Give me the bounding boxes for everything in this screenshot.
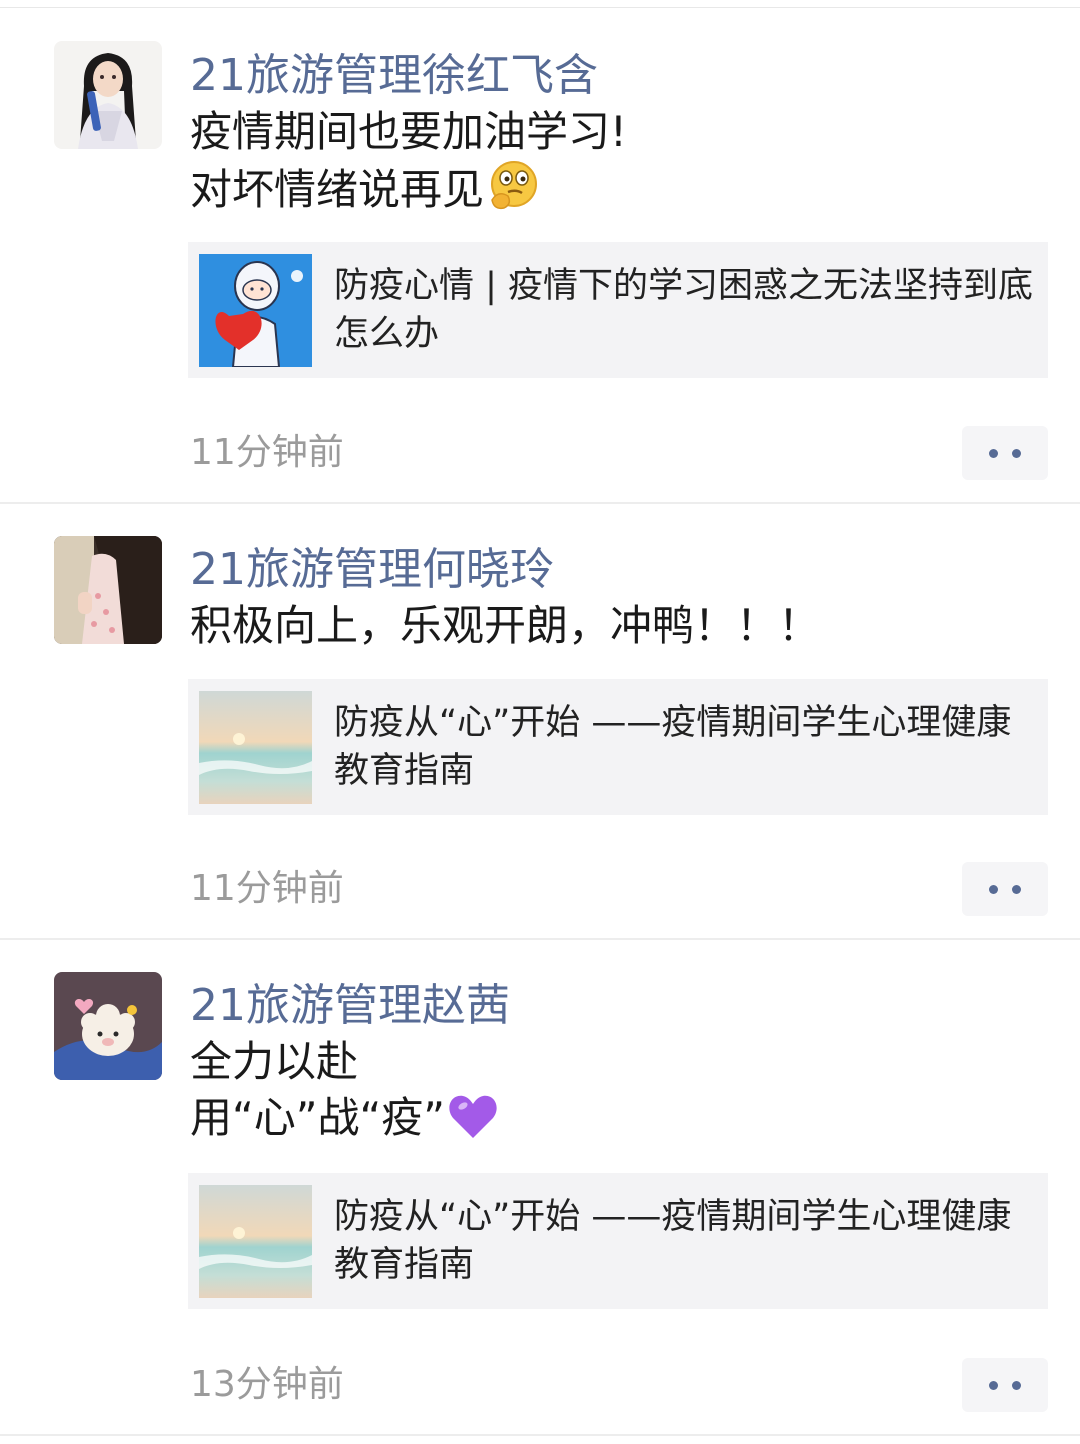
post-text-line: 疫情期间也要加油学习! [190,107,627,156]
post-text-line: 对坏情绪说再见 [190,165,485,214]
avatar[interactable] [54,536,162,644]
post-text-line-with-emoji: 对坏情绪说再见 [190,160,540,226]
post-author[interactable]: 21旅游管理何晓玲 [190,542,554,598]
post-text-line: 用“心”战“疫” [190,1093,446,1142]
post-text-line: 积极向上，乐观开朗，冲鸭！！！ [190,601,821,650]
article-thumbnail [199,254,312,367]
post-time: 11分钟前 [190,432,344,473]
more-dots-icon [989,1381,998,1390]
more-dots-icon [1012,1381,1021,1390]
moment-post: 21旅游管理赵茜 全力以赴 用“心”战“疫” 防疫从“心”开始 ——疫情期间学生… [0,940,1080,1436]
article-title: 防疫从“心”开始 ——疫情期间学生心理健康教育指南 [334,1197,1012,1285]
post-text-line: 全力以赴 [190,1037,359,1086]
more-actions-button[interactable] [962,1358,1048,1412]
shared-article-card[interactable]: 防疫从“心”开始 ——疫情期间学生心理健康教育指南 [188,1173,1048,1309]
post-time: 11分钟前 [190,868,344,909]
article-title: 防疫心情 | 疫情下的学习困惑之无法坚持到底怎么办 [334,266,1034,354]
more-dots-icon [1012,885,1021,894]
post-time: 13分钟前 [190,1364,344,1405]
article-thumbnail [199,691,312,804]
avatar[interactable] [54,41,162,149]
shared-article-card[interactable]: 防疫心情 | 疫情下的学习困惑之无法坚持到底怎么办 [188,242,1048,378]
more-actions-button[interactable] [962,426,1048,480]
purple-heart-emoji-icon [447,1092,499,1154]
article-thumbnail [199,1185,312,1298]
moment-post: 21旅游管理何晓玲 积极向上，乐观开朗，冲鸭！！！ 防疫从“心”开始 ——疫情期… [0,504,1080,940]
post-text-line-with-emoji: 用“心”战“疫” [190,1090,499,1154]
more-dots-icon [989,885,998,894]
article-title: 防疫从“心”开始 ——疫情期间学生心理健康教育指南 [334,703,1012,791]
more-actions-button[interactable] [962,862,1048,916]
post-author[interactable]: 21旅游管理徐红飞含 [190,48,598,104]
more-dots-icon [1012,449,1021,458]
top-divider [0,0,1080,8]
shared-article-card[interactable]: 防疫从“心”开始 ——疫情期间学生心理健康教育指南 [188,679,1048,815]
moment-post: 21旅游管理徐红飞含 疫情期间也要加油学习! 对坏情绪说再见 防疫心情 | 疫情… [0,8,1080,504]
avatar[interactable] [54,972,162,1080]
thinking-face-emoji-icon [486,160,540,226]
more-dots-icon [989,449,998,458]
post-author[interactable]: 21旅游管理赵茜 [190,978,510,1034]
